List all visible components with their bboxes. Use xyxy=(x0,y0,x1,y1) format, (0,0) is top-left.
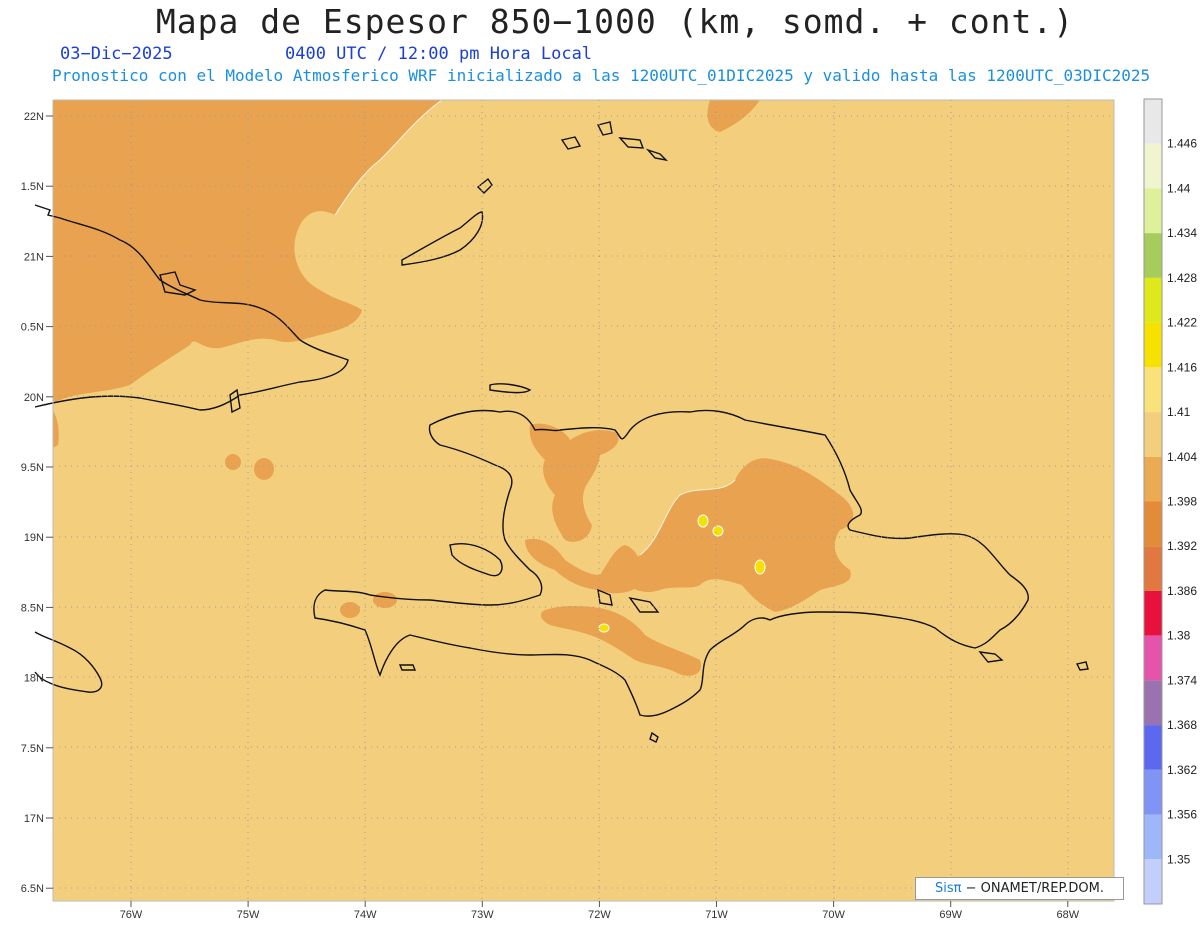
legend-swatch xyxy=(1144,233,1162,278)
high-thickness-spot xyxy=(754,559,766,575)
credit-brand: Sis xyxy=(934,881,954,896)
legend-level-label: 1.374 xyxy=(1167,673,1197,687)
legend-swatch xyxy=(1144,456,1162,502)
lat-tick-label: 1.5N xyxy=(21,181,44,193)
legend-swatch xyxy=(1144,814,1162,860)
legend-swatch xyxy=(1144,590,1162,636)
lat-tick-label: 21N xyxy=(24,251,44,263)
legend-level-label: 1.434 xyxy=(1167,226,1197,240)
forecast-date: 03−Dic−2025 xyxy=(60,44,173,64)
lon-tick-label: 73W xyxy=(471,909,494,921)
lon-tick-label: 69W xyxy=(939,909,962,921)
lat-tick-label: 0.5N xyxy=(21,322,44,334)
legend-level-label: 1.44 xyxy=(1167,181,1191,195)
low-thickness-blob xyxy=(225,454,241,470)
low-thickness-blob xyxy=(254,458,274,480)
latitude-axis: 22N 1.5N 21N 0.5N 20N 9.5N 19N 8.5N 18N 7.5N 17N 6.… xyxy=(21,111,53,895)
legend-swatch xyxy=(1144,769,1162,815)
legend-swatch xyxy=(1144,859,1162,904)
credit-box: Sisπ − ONAMET/REP.DOM. xyxy=(915,877,1124,900)
legend-swatch xyxy=(1144,725,1162,770)
legend-level-label: 1.404 xyxy=(1167,450,1197,464)
lon-tick-label: 72W xyxy=(588,909,611,921)
legend-level-label: 1.368 xyxy=(1167,718,1197,732)
legend-swatch xyxy=(1144,367,1162,413)
legend-swatch xyxy=(1144,99,1162,144)
legend-swatch xyxy=(1144,277,1162,323)
longitude-axis: 76W 75W 74W 73W 72W 71W 70W 69W 68W xyxy=(120,901,1080,921)
legend-level-label: 1.428 xyxy=(1167,271,1197,285)
lat-tick-label: 8.5N xyxy=(21,602,44,614)
legend-level-label: 1.398 xyxy=(1167,495,1197,509)
legend-swatch xyxy=(1144,546,1162,591)
color-scale-legend: 1.446 1.44 1.434 1.428 1.422 1.416 1.41 1.404 1.… xyxy=(1143,98,1197,905)
legend-swatch xyxy=(1144,143,1162,189)
lon-tick-label: 68W xyxy=(1056,909,1079,921)
legend-level-label: 1.446 xyxy=(1167,137,1197,151)
lat-tick-label: 6.5N xyxy=(21,883,44,895)
legend-swatch xyxy=(1144,680,1162,726)
legend-level-label: 1.356 xyxy=(1167,808,1197,822)
lon-tick-label: 71W xyxy=(705,909,728,921)
legend-swatch xyxy=(1144,501,1162,547)
lon-tick-label: 76W xyxy=(120,909,143,921)
legend-level-label: 1.362 xyxy=(1167,763,1197,777)
lon-tick-label: 75W xyxy=(237,909,260,921)
low-thickness-blob xyxy=(373,592,397,608)
lat-tick-label: 20N xyxy=(24,392,44,404)
legend-swatch xyxy=(1144,188,1162,234)
high-thickness-spot xyxy=(598,623,610,633)
lat-tick-label: 22N xyxy=(24,111,44,123)
legend-level-label: 1.35 xyxy=(1167,852,1191,866)
lat-tick-label: 17N xyxy=(24,813,44,825)
credit-org: − ONAMET/REP.DOM. xyxy=(965,881,1105,896)
thickness-map: 22N 1.5N 21N 0.5N 20N 9.5N 19N 8.5N 18N 7.5N 17N 6.… xyxy=(21,98,1197,921)
high-thickness-spot xyxy=(712,525,724,537)
lat-tick-label: 19N xyxy=(24,532,44,544)
pi-icon: π xyxy=(953,881,962,896)
legend-level-label: 1.416 xyxy=(1167,360,1197,374)
forecast-time: 0400 UTC / 12:00 pm Hora Local xyxy=(285,44,593,64)
legend-level-label: 1.41 xyxy=(1167,405,1191,419)
lon-tick-label: 74W xyxy=(354,909,377,921)
lat-tick-label: 9.5N xyxy=(21,462,44,474)
lat-tick-label: 18N xyxy=(24,673,44,685)
legend-swatch xyxy=(1144,322,1162,368)
map-title: Mapa de Espesor 850−1000 (km, somd. + co… xyxy=(155,2,1075,41)
legend-swatch xyxy=(1144,412,1162,457)
legend-level-label: 1.38 xyxy=(1167,629,1191,643)
low-thickness-blob xyxy=(340,602,360,618)
model-description: Pronostico con el Modelo Atmosferico WRF… xyxy=(52,66,1151,85)
legend-level-label: 1.392 xyxy=(1167,539,1197,553)
lat-tick-label: 7.5N xyxy=(21,743,44,755)
legend-level-label: 1.422 xyxy=(1167,316,1197,330)
legend-swatch xyxy=(1144,635,1162,681)
high-thickness-spot xyxy=(697,514,709,528)
legend-level-label: 1.386 xyxy=(1167,584,1197,598)
lon-tick-label: 70W xyxy=(822,909,845,921)
